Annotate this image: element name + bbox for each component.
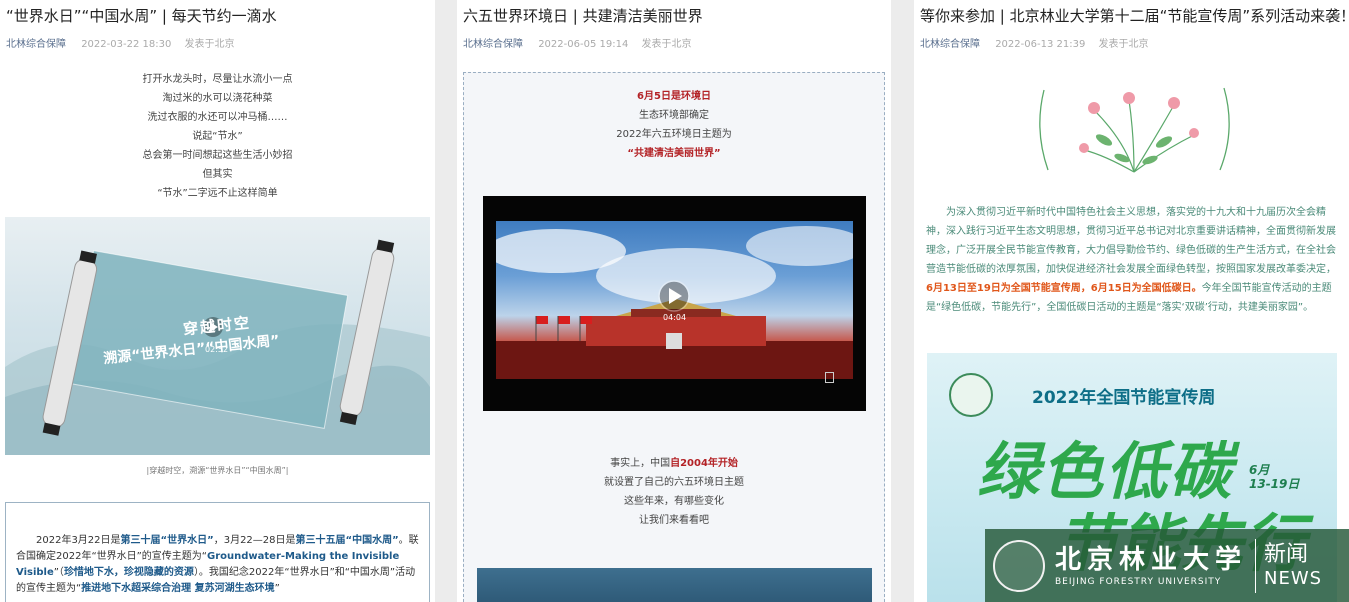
text-line: 事实上，中国自2004年开始 (457, 454, 891, 473)
highlight-text: 第三十五届“中国水周” (295, 535, 399, 546)
article-title[interactable]: “世界水日”“中国水周” | 每天节约一滴水 (6, 6, 435, 26)
scroll-video-thumbnail[interactable]: 穿越时空 溯源“世界水日”“中国水周” 02:52 (5, 217, 430, 455)
text-line: 总会第一时间想起这些生活小妙招 (142, 150, 293, 161)
text-line: 6月5日是环境日 (637, 91, 711, 102)
text-line: 生态环境部确定 (639, 110, 709, 121)
university-name-cn: 北京林业大学 (1055, 544, 1248, 575)
text-line: 淘过米的水可以浇花种菜 (162, 93, 273, 104)
text-line: 2022年六五环境日主题为 (616, 129, 732, 140)
watermark-divider (1255, 538, 1257, 593)
university-name-en: BEIJING FORESTRY UNIVERSITY (1055, 576, 1222, 587)
publish-location: 发表于北京 (641, 39, 692, 50)
text-span: 2022年3月22日是 (36, 535, 121, 546)
text-span: ，3月22—28日是 (213, 535, 296, 546)
text-line: 就设置了自己的六五环境日主题 (604, 477, 744, 488)
video-frame: 04:04 (496, 221, 853, 379)
text-line: 说起“节水” (192, 131, 243, 142)
text-span: 事实上，中国 (610, 458, 671, 469)
intro-paragraph-box: 2022年3月22日是第三十届“世界水日”，3月22—28日是第三十五届“中国水… (5, 502, 430, 602)
video-duration: 04:04 (663, 313, 687, 322)
publish-time: 2022-06-13 21:39 (995, 39, 1086, 50)
highlight-text: 6月13日至19日为全国节能宣传周，6月15日为全国低碳日。 (926, 283, 1202, 294)
watermark-name: 北京林业大学 BEIJING FORESTRY UNIVERSITY (1055, 545, 1247, 587)
bfu-news-watermark: 北京林业大学 BEIJING FORESTRY UNIVERSITY 新闻 NE… (985, 529, 1349, 602)
image-caption: |穿越时空，溯源“世界水日”“中国水周”| (146, 466, 289, 475)
text-line: 让我们来看看吧 (639, 515, 709, 526)
text-line: 但其实 (202, 169, 233, 180)
article-title[interactable]: 六五世界环境日 | 共建清洁美丽世界 (463, 6, 891, 26)
source-link[interactable]: 北林综合保障 (920, 39, 980, 50)
article-meta: 北林综合保障 2022-06-05 19:14 发表于北京 (463, 35, 891, 50)
text-span: ” (274, 583, 280, 594)
highlight-text: 珍惜地下水，珍视隐藏的资源 (63, 567, 194, 578)
publish-location: 发表于北京 (1098, 39, 1149, 50)
university-logo-icon (949, 373, 993, 417)
text-span: 为深入贯彻习近平新时代中国特色社会主义思想，落实党的十九大和十九届历次全会精神，… (926, 207, 1336, 275)
date-days: 13-19日 (1249, 477, 1300, 491)
university-seal-icon (993, 539, 1045, 592)
text-line: “共建清洁美丽世界” (627, 148, 721, 159)
body-lines: 事实上，中国自2004年开始 就设置了自己的六五环境日主题 这些年来，有哪些变化… (457, 454, 891, 530)
video-player[interactable]: 04:04 (483, 196, 866, 411)
publish-location: 发表于北京 (184, 39, 235, 50)
intro-paragraph: 2022年3月22日是第三十届“世界水日”，3月22—28日是第三十五届“中国水… (6, 503, 429, 597)
poster-title: 2022年全国节能宣传周 (1032, 388, 1216, 408)
text-span: ”（ (53, 567, 64, 578)
news-cn: 新闻 (1264, 541, 1309, 567)
video-duration: 02:52 (205, 345, 229, 354)
text-line: “节水”二字远不止这样简单 (157, 188, 278, 199)
date-month: 6月 (1249, 463, 1270, 477)
article-card-energy-week[interactable]: 等你来参加 | 北京林业大学第十二届“节能宣传周”系列活动来袭！ 北林综合保障 … (914, 0, 1349, 602)
news-label: 新闻 NEWS (1264, 542, 1322, 590)
news-en: NEWS (1264, 567, 1323, 589)
article-title[interactable]: 等你来参加 | 北京林业大学第十二届“节能宣传周”系列活动来袭！ (920, 6, 1349, 26)
publish-time: 2022-06-05 19:14 (538, 39, 629, 50)
text-line: 洗过衣服的水还可以冲马桶…… (147, 112, 288, 123)
intro-lines: 6月5日是环境日 生态环境部确定 2022年六五环境日主题为 “共建清洁美丽世界… (457, 87, 891, 163)
text-line: 这些年来，有哪些变化 (624, 496, 724, 507)
article-meta: 北林综合保障 2022-06-13 21:39 发表于北京 (920, 35, 1349, 50)
flower-decoration-icon (1039, 87, 1230, 173)
article-meta: 北林综合保障 2022-03-22 18:30 发表于北京 (6, 35, 435, 50)
text-line: 打开水龙头时，尽量让水流小一点 (142, 74, 293, 85)
fullscreen-icon[interactable] (825, 372, 834, 383)
year-banner-image (477, 568, 872, 602)
tiananmen-illustration (496, 226, 853, 379)
highlight-text: 自2004年开始 (670, 458, 738, 469)
publish-time: 2022-03-22 18:30 (81, 39, 172, 50)
source-link[interactable]: 北林综合保障 (463, 39, 523, 50)
intro-lines: 打开水龙头时，尽量让水流小一点 淘过米的水可以浇花种菜 洗过衣服的水还可以冲马桶… (0, 70, 435, 203)
article-card-environment-day[interactable]: 六五世界环境日 | 共建清洁美丽世界 北林综合保障 2022-06-05 19:… (457, 0, 891, 602)
highlight-text: 推进地下水超采综合治理 复苏河湖生态环境 (81, 583, 275, 594)
intro-paragraph: 为深入贯彻习近平新时代中国特色社会主义思想，落实党的十九大和十九届历次全会精神，… (926, 203, 1338, 317)
poster-date: 6月 13-19日 (1249, 463, 1299, 491)
article-card-water-day[interactable]: “世界水日”“中国水周” | 每天节约一滴水 北林综合保障 2022-03-22… (0, 0, 435, 602)
highlight-text: 第三十届“世界水日” (120, 535, 214, 546)
source-link[interactable]: 北林综合保障 (6, 39, 66, 50)
